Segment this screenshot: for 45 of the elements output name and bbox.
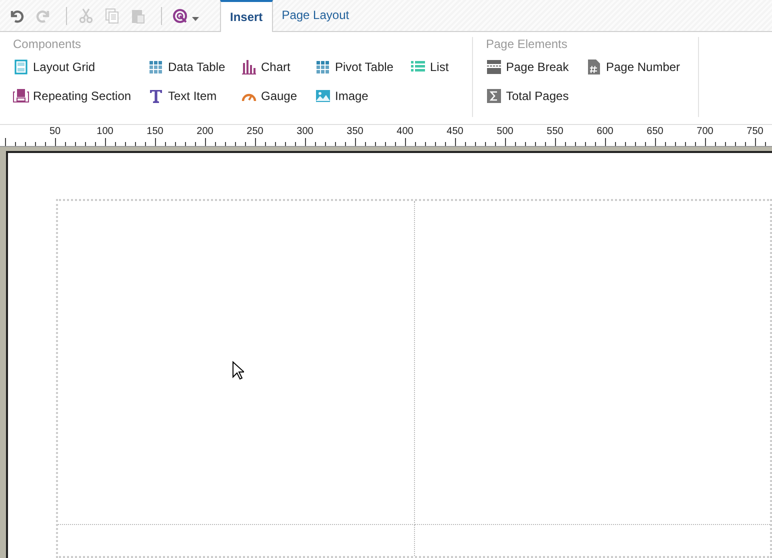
ruler-label: 200 bbox=[196, 126, 214, 138]
ruler-label: 450 bbox=[446, 126, 464, 138]
ruler-label: 400 bbox=[396, 126, 414, 138]
text-t-icon bbox=[148, 88, 164, 104]
ribbon-item[interactable]: Page Break bbox=[486, 56, 586, 78]
ribbon-item[interactable]: Chart bbox=[241, 56, 315, 78]
target-dropdown-icon[interactable] bbox=[173, 8, 199, 24]
repeating-section-icon bbox=[13, 88, 29, 104]
ribbon-item[interactable]: Total Pages bbox=[486, 85, 586, 107]
ruler-label: 300 bbox=[296, 126, 314, 138]
image-icon bbox=[315, 88, 331, 104]
ruler-label: 150 bbox=[146, 126, 164, 138]
ribbon-item[interactable]: Layout Grid bbox=[13, 56, 148, 78]
page-break-icon bbox=[486, 59, 502, 75]
ribbon-item[interactable]: Text Item bbox=[148, 85, 241, 107]
ribbon-item[interactable]: Page Number bbox=[586, 56, 686, 78]
ribbon-tab[interactable]: Insert bbox=[220, 0, 273, 32]
ribbon-tab[interactable]: Page Layout bbox=[272, 0, 358, 30]
group-title: Page Elements bbox=[486, 37, 568, 51]
table-icon bbox=[148, 59, 164, 75]
ruler-label: 550 bbox=[546, 126, 564, 138]
ruler-label: 100 bbox=[96, 126, 114, 138]
ruler-label: 600 bbox=[596, 126, 614, 138]
page-number-icon bbox=[586, 59, 602, 75]
ribbon-item[interactable]: Data Table bbox=[148, 56, 241, 78]
ruler-label: 250 bbox=[246, 126, 264, 138]
ribbon-item[interactable]: Image bbox=[315, 85, 410, 107]
ruler-label: 500 bbox=[496, 126, 514, 138]
group-title: Components bbox=[13, 37, 82, 51]
mouse-cursor-icon bbox=[232, 361, 244, 380]
bar-chart-icon bbox=[241, 59, 257, 75]
target-button[interactable] bbox=[170, 8, 202, 24]
table-icon bbox=[315, 59, 331, 75]
ribbon-item[interactable]: List bbox=[410, 56, 460, 78]
ribbon-item[interactable]: Pivot Table bbox=[315, 56, 410, 78]
sigma-icon bbox=[486, 88, 502, 104]
ruler-label: 700 bbox=[696, 126, 714, 138]
ruler-label: 50 bbox=[49, 126, 61, 138]
ruler-label: 350 bbox=[346, 126, 364, 138]
layout-grid-icon bbox=[13, 59, 29, 75]
ribbon-item[interactable]: Gauge bbox=[241, 85, 315, 107]
ribbon-item[interactable]: Repeating Section bbox=[13, 85, 148, 107]
undo-icon[interactable] bbox=[9, 8, 25, 24]
ruler-label: 650 bbox=[646, 126, 664, 138]
ruler-label: 750 bbox=[746, 126, 764, 138]
